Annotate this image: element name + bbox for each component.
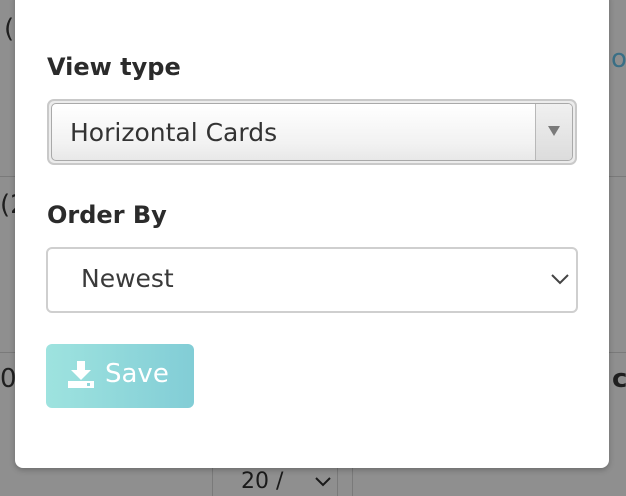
chevron-down-icon: [315, 477, 331, 487]
save-button[interactable]: Save: [46, 344, 194, 408]
view-type-selected-value: Horizontal Cards: [70, 118, 278, 147]
background-divider: [352, 468, 353, 496]
view-type-label: View type: [47, 53, 181, 81]
background-divider: [608, 176, 626, 177]
background-page-size-value: 20 /: [241, 469, 284, 494]
view-type-select-inner[interactable]: Horizontal Cards: [51, 103, 573, 161]
view-settings-modal: View type Horizontal Cards Order By Newe…: [15, 0, 609, 468]
background-divider: [0, 176, 16, 177]
background-text-fragment: (: [4, 14, 15, 44]
order-by-selected-value: Newest: [81, 264, 174, 293]
view-type-select[interactable]: Horizontal Cards: [47, 99, 577, 165]
save-button-label: Save: [105, 359, 169, 389]
view-type-dropdown-toggle[interactable]: [535, 104, 572, 160]
background-link-fragment: o: [611, 44, 626, 74]
order-by-select[interactable]: Newest: [46, 247, 578, 313]
download-icon: [68, 361, 94, 388]
order-by-label: Order By: [47, 201, 167, 229]
chevron-down-icon: [551, 274, 569, 285]
background-divider: [608, 352, 626, 353]
background-text-fragment: c: [612, 364, 626, 394]
background-divider: [0, 352, 16, 353]
triangle-down-icon: [548, 126, 560, 136]
